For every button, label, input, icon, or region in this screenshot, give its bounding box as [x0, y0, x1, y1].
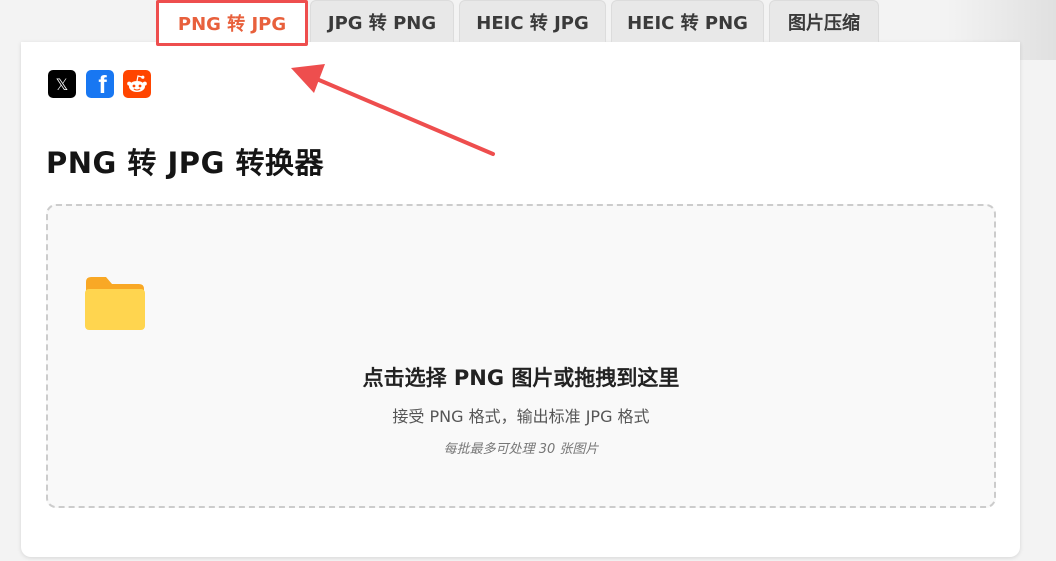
tab-image-compress[interactable]: 图片压缩 — [769, 0, 879, 42]
x-icon[interactable]: 𝕏 — [48, 70, 76, 98]
tab-heic-to-jpg[interactable]: HEIC 转 JPG — [459, 0, 606, 42]
tool-tabs: PNG 转 JPG JPG 转 PNG HEIC 转 JPG HEIC 转 PN… — [0, 0, 1056, 46]
reddit-alien-icon — [127, 75, 147, 92]
dropzone-format-text: 接受 PNG 格式，输出标准 JPG 格式 — [392, 407, 650, 426]
facebook-glyph: f — [98, 71, 107, 99]
folder-icon — [85, 277, 145, 330]
reddit-icon[interactable] — [123, 70, 151, 98]
file-dropzone[interactable]: 点击选择 PNG 图片或拖拽到这里 接受 PNG 格式，输出标准 JPG 格式 … — [46, 204, 996, 508]
tab-heic-to-png[interactable]: HEIC 转 PNG — [611, 0, 764, 42]
tab-jpg-to-png[interactable]: JPG 转 PNG — [310, 0, 454, 42]
page-title: PNG 转 JPG 转换器 — [46, 146, 324, 180]
tab-png-to-jpg[interactable]: PNG 转 JPG — [156, 0, 308, 46]
dropzone-limit-note: 每批最多可处理 30 张图片 — [443, 442, 599, 457]
facebook-icon[interactable]: f — [86, 70, 114, 98]
dropzone-main-text: 点击选择 PNG 图片或拖拽到这里 — [362, 366, 680, 390]
x-glyph: 𝕏 — [55, 74, 69, 94]
